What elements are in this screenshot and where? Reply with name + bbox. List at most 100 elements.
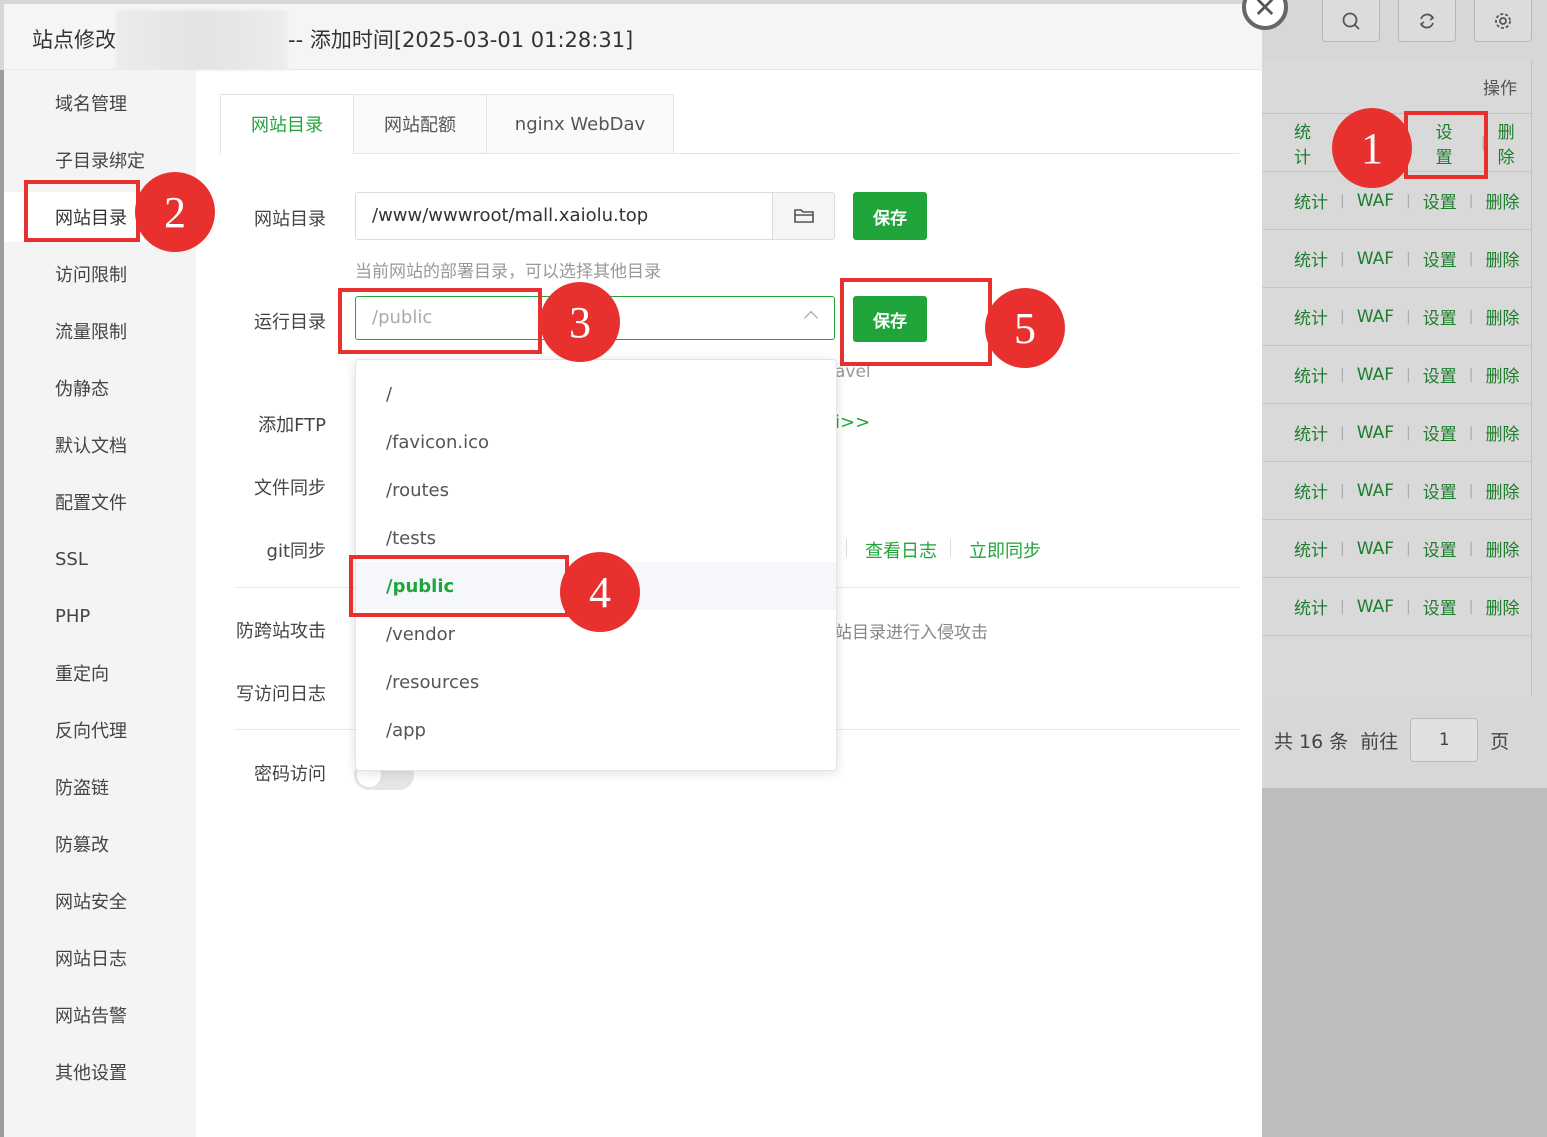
sidebar-item[interactable]: 重定向 bbox=[4, 648, 196, 698]
settings-link[interactable]: 设置 bbox=[1435, 118, 1468, 168]
dropdown-option[interactable]: /routes bbox=[356, 466, 836, 514]
settings-link[interactable]: 设置 bbox=[1423, 246, 1457, 271]
delete-link[interactable]: 删除 bbox=[1498, 118, 1531, 168]
waf-link[interactable]: WAF bbox=[1357, 423, 1394, 443]
gear-icon[interactable] bbox=[1474, 0, 1532, 42]
delete-link[interactable]: 删除 bbox=[1485, 478, 1519, 503]
delete-link[interactable]: 删除 bbox=[1485, 536, 1519, 561]
dropdown-option[interactable]: / bbox=[356, 370, 836, 418]
settings-link[interactable]: 设置 bbox=[1423, 304, 1457, 329]
link-separator: | bbox=[1406, 250, 1411, 267]
table-row: 统计 | WAF | 设置 | 删除 bbox=[1262, 172, 1531, 230]
search-icon[interactable] bbox=[1322, 0, 1380, 42]
pagination: 共 16 条 前往 1 页 bbox=[1262, 712, 1547, 768]
annotation-badge-1: 1 bbox=[1332, 108, 1412, 188]
sidebar-item[interactable]: 网站日志 bbox=[4, 933, 196, 983]
stats-link[interactable]: 统计 bbox=[1294, 304, 1328, 329]
sidebar-item[interactable]: 其他设置 bbox=[4, 1047, 196, 1097]
stats-link[interactable]: 统计 bbox=[1294, 420, 1328, 445]
sidebar-item[interactable]: 防篡改 bbox=[4, 819, 196, 869]
stats-link[interactable]: 统计 bbox=[1294, 478, 1328, 503]
refresh-icon[interactable] bbox=[1398, 0, 1456, 42]
sidebar-item[interactable]: 域名管理 bbox=[4, 78, 196, 128]
annotation-badge-2: 2 bbox=[135, 172, 215, 252]
sidebar-item[interactable]: SSL bbox=[4, 534, 196, 584]
sidebar-item[interactable]: 配置文件 bbox=[4, 477, 196, 527]
tab-nginx-webdav[interactable]: nginx WebDav bbox=[486, 94, 674, 154]
settings-link[interactable]: 设置 bbox=[1423, 420, 1457, 445]
settings-link[interactable]: 设置 bbox=[1423, 362, 1457, 387]
waf-link[interactable]: WAF bbox=[1357, 481, 1394, 501]
tab-site-quota[interactable]: 网站配额 bbox=[353, 94, 487, 154]
save-run-dir-button[interactable]: 保存 bbox=[853, 296, 927, 342]
stats-link[interactable]: 统计 bbox=[1294, 188, 1328, 213]
settings-link[interactable]: 设置 bbox=[1423, 594, 1457, 619]
pagination-page-input[interactable]: 1 bbox=[1410, 718, 1479, 762]
delete-link[interactable]: 删除 bbox=[1485, 304, 1519, 329]
sidebar-item[interactable]: 默认文档 bbox=[4, 420, 196, 470]
annotation-badge-4: 4 bbox=[560, 552, 640, 632]
tab-bar: 网站目录 网站配额 nginx WebDav bbox=[220, 94, 1239, 154]
waf-link[interactable]: WAF bbox=[1357, 249, 1394, 269]
sidebar-item[interactable]: 流量限制 bbox=[4, 306, 196, 356]
sidebar-item[interactable]: 网站告警 bbox=[4, 990, 196, 1040]
link-separator: | bbox=[1340, 308, 1345, 325]
sidebar-item[interactable]: PHP bbox=[4, 591, 196, 641]
settings-link[interactable]: 设置 bbox=[1423, 536, 1457, 561]
stats-link[interactable]: 统计 bbox=[1294, 118, 1327, 168]
waf-link[interactable]: WAF bbox=[1357, 307, 1394, 327]
dialog-header: 站点修改 -- 添加时间[2025-03-01 01:28:31] bbox=[4, 4, 1262, 70]
settings-link[interactable]: 设置 bbox=[1423, 188, 1457, 213]
waf-link[interactable]: WAF bbox=[1357, 597, 1394, 617]
delete-link[interactable]: 删除 bbox=[1485, 188, 1519, 213]
ftp-link[interactable]: i>> bbox=[835, 412, 870, 433]
delete-link[interactable]: 删除 bbox=[1485, 420, 1519, 445]
pagination-goto-label: 前往 bbox=[1360, 730, 1399, 753]
link-separator: | bbox=[1468, 540, 1474, 557]
tab-site-directory[interactable]: 网站目录 bbox=[220, 94, 354, 154]
stats-link[interactable]: 统计 bbox=[1294, 362, 1328, 387]
sidebar-item[interactable]: 防盗链 bbox=[4, 762, 196, 812]
settings-link[interactable]: 设置 bbox=[1423, 478, 1457, 503]
link-separator: | bbox=[1468, 482, 1474, 499]
git-view-log-link[interactable]: 查看日志 bbox=[865, 537, 937, 563]
site-dir-label: 网站目录 bbox=[254, 209, 326, 230]
sidebar-item[interactable]: 网站安全 bbox=[4, 876, 196, 926]
folder-icon[interactable] bbox=[772, 193, 834, 239]
stats-link[interactable]: 统计 bbox=[1294, 594, 1328, 619]
anti-cross-site-label: 防跨站攻击 bbox=[236, 621, 326, 642]
dialog-title-prefix: 站点修改 bbox=[32, 28, 116, 52]
link-separator: | bbox=[1406, 308, 1411, 325]
pagination-total: 共 16 条 bbox=[1274, 730, 1349, 753]
anti-cross-site-hint: 站目录进行入侵攻击 bbox=[835, 623, 988, 643]
delete-link[interactable]: 删除 bbox=[1485, 246, 1519, 271]
link-separator: | bbox=[1406, 598, 1411, 615]
sidebar-item[interactable]: 伪静态 bbox=[4, 363, 196, 413]
waf-link[interactable]: WAF bbox=[1357, 191, 1394, 211]
dropdown-option[interactable]: /resources bbox=[356, 658, 836, 706]
delete-link[interactable]: 删除 bbox=[1485, 594, 1519, 619]
run-dir-placeholder: /public bbox=[372, 307, 433, 328]
stats-link[interactable]: 统计 bbox=[1294, 246, 1328, 271]
sidebar-item[interactable]: 访问限制 bbox=[4, 249, 196, 299]
git-sync-now-link[interactable]: 立即同步 bbox=[969, 537, 1041, 563]
waf-link[interactable]: WAF bbox=[1357, 365, 1394, 385]
link-separator: | bbox=[1468, 308, 1474, 325]
link-separator: | bbox=[1406, 192, 1411, 209]
link-separator: | bbox=[1406, 482, 1411, 499]
site-dir-value: /www/wwwroot/mall.xaiolu.top bbox=[372, 205, 649, 226]
dropdown-option[interactable]: /favicon.ico bbox=[356, 418, 836, 466]
table-header-actions: 操作 bbox=[1262, 60, 1531, 114]
save-site-dir-button[interactable]: 保存 bbox=[853, 192, 927, 240]
stats-link[interactable]: 统计 bbox=[1294, 536, 1328, 561]
link-separator: | bbox=[1468, 598, 1474, 615]
dropdown-option[interactable]: /app bbox=[356, 706, 836, 754]
link-separator: | bbox=[1340, 424, 1345, 441]
link-separator: | bbox=[1406, 424, 1411, 441]
delete-link[interactable]: 删除 bbox=[1485, 362, 1519, 387]
waf-link[interactable]: WAF bbox=[1357, 539, 1394, 559]
site-dir-input[interactable]: /www/wwwroot/mall.xaiolu.top bbox=[355, 192, 835, 240]
sidebar-item[interactable]: 反向代理 bbox=[4, 705, 196, 755]
dialog-title-suffix: -- 添加时间[2025-03-01 01:28:31] bbox=[288, 28, 634, 52]
link-separator: | bbox=[1340, 482, 1345, 499]
